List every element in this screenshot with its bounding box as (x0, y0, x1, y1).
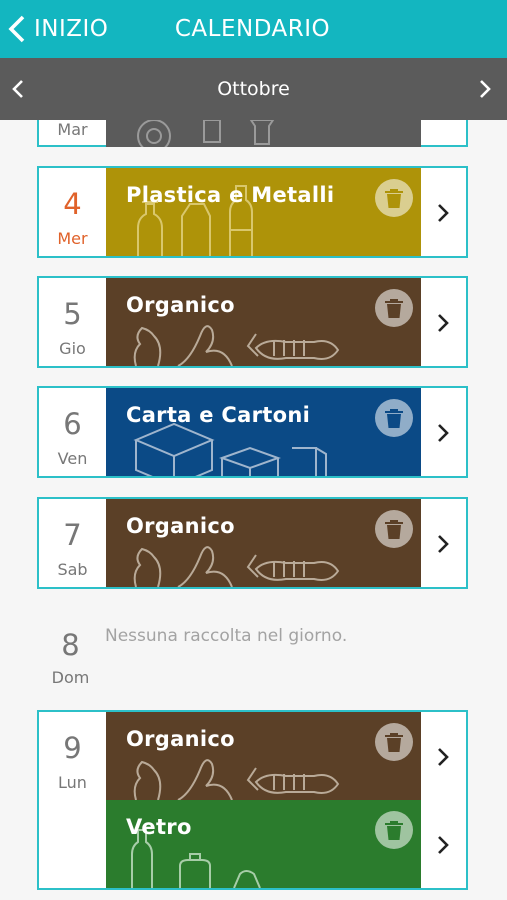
collection-vetro[interactable]: Vetro (106, 800, 421, 888)
day-of-week: Dom (51, 668, 90, 687)
month-navigation-bar: Ottobre (0, 58, 507, 120)
day-number: 6 (63, 407, 82, 441)
chevron-right-icon (438, 314, 449, 332)
day-number: 7 (63, 518, 82, 552)
day-of-week: Sab (57, 560, 88, 579)
day-date: 9 Lun (39, 731, 106, 793)
no-collection-message: Nessuna raccolta nel giorno. (105, 626, 348, 646)
next-month-button[interactable] (475, 77, 495, 101)
day-card-6[interactable]: 6 Ven Carta e Cartoni (37, 386, 468, 478)
day-date: 5 Gio (39, 297, 106, 359)
day-of-week: Lun (58, 773, 87, 792)
collection-plastica-metalli[interactable]: Plastica e Metalli (106, 168, 421, 256)
collection-label: Plastica e Metalli (126, 183, 335, 207)
plastic-bottles-illustration (137, 185, 253, 256)
day-number: 9 (63, 731, 82, 765)
day-number: 5 (63, 297, 82, 331)
day-card-4[interactable]: 4 Mer Plastica e Metalli (37, 166, 468, 258)
trash-bin-icon (375, 399, 413, 437)
chevron-right-icon (438, 836, 449, 854)
day-date: 7 Sab (39, 518, 106, 580)
day-of-week: Mer (57, 229, 88, 248)
day-card-5[interactable]: 5 Gio Organico (37, 276, 468, 368)
organic-waste-illustration (133, 759, 340, 800)
trash-bin-icon (375, 289, 413, 327)
collection-organico[interactable]: Organico (106, 712, 421, 800)
collection-organico[interactable]: Organico (106, 278, 421, 366)
day-card-7[interactable]: 7 Sab Organico (37, 497, 468, 589)
day-of-week: Gio (59, 339, 86, 358)
app-screen: Mar 4 Mer Plastica e Metalli 5 Gio Organ… (0, 0, 507, 900)
chevron-right-icon (438, 204, 449, 222)
day-date: 6 Ven (39, 407, 106, 469)
collection-label: Carta e Cartoni (126, 403, 311, 427)
day-date: Mar (39, 120, 106, 139)
glass-bottles-illustration (131, 829, 261, 888)
collection-label: Organico (126, 727, 235, 751)
chevron-right-icon (438, 748, 449, 766)
collection-carta-cartoni[interactable]: Carta e Cartoni (106, 388, 421, 476)
day-row-8-empty: 8 Dom Nessuna raccolta nel giorno. (37, 620, 468, 700)
trash-bin-icon (375, 510, 413, 548)
day-of-week: Mar (57, 120, 88, 139)
month-label: Ottobre (217, 78, 290, 100)
paper-boxes-illustration (133, 422, 327, 476)
top-header: INIZIO CALENDARIO (0, 0, 507, 58)
calendar-list[interactable]: Mar 4 Mer Plastica e Metalli 5 Gio Organ… (0, 0, 507, 900)
day-of-week: Ven (57, 449, 88, 468)
day-number: 4 (63, 187, 82, 221)
day-date: 4 Mer (39, 187, 106, 249)
organic-waste-illustration (133, 325, 340, 366)
page-title-text: CALENDARIO (174, 16, 331, 42)
trash-bin-icon (375, 179, 413, 217)
collection-label: Organico (126, 293, 235, 317)
page-title: CALENDARIO (0, 0, 507, 58)
collection-organico[interactable]: Organico (106, 499, 421, 587)
day-card-9[interactable]: 9 Lun Organico Vetro (37, 710, 468, 890)
trash-bin-icon (375, 723, 413, 761)
chevron-right-icon (438, 424, 449, 442)
organic-waste-illustration (133, 546, 340, 587)
chevron-right-icon (438, 535, 449, 553)
trash-bin-icon (375, 811, 413, 849)
collection-label: Vetro (126, 815, 192, 839)
collection-label: Organico (126, 514, 235, 538)
day-number: 8 (61, 628, 80, 662)
